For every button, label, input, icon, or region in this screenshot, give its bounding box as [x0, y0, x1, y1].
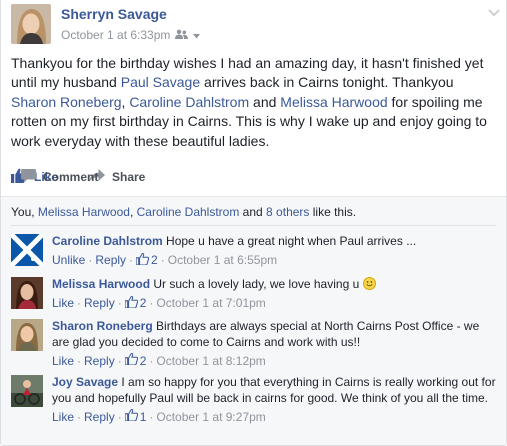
comment-timestamp[interactable]: October 1 at 9:27pm [156, 410, 265, 426]
dot-separator: · [117, 296, 122, 311]
comment-timestamp[interactable]: October 1 at 8:12pm [156, 354, 265, 370]
dot-separator: · [77, 296, 82, 311]
dot-separator: · [77, 409, 82, 424]
thumbs-up-icon[interactable] [124, 409, 138, 426]
comment-timestamp[interactable]: October 1 at 6:55pm [168, 253, 277, 269]
comment-text: Ur such a lovely lady, we love having u [153, 277, 360, 291]
comment-meta: Like · Reply · 1 · October 1 at 9:27pm [52, 409, 499, 426]
likes-others-link[interactable]: 8 others [266, 205, 309, 219]
likes-separator: , [129, 205, 137, 219]
likes-you-text: You [11, 205, 32, 219]
friends-icon[interactable] [175, 28, 189, 42]
comment-text: Hope u have a great night when Paul arri… [166, 234, 417, 248]
post-author-name[interactable]: Sherryn Savage [61, 6, 167, 22]
chevron-down-icon [193, 28, 201, 42]
comment-meta: Unlike · Reply · 2 · October 1 at 6:55pm [52, 252, 499, 270]
commenter-avatar[interactable] [11, 375, 43, 407]
comment-body: Melissa Harwood Ur such a lovely lady, w… [52, 277, 499, 312]
commenter-avatar[interactable] [11, 277, 43, 309]
comment-body: Caroline Dahlstrom Hope u have a great n… [52, 234, 499, 269]
dot-separator: · [149, 296, 154, 311]
post-actions-bar: Like Comment Share [11, 167, 499, 187]
commenter-avatar[interactable] [11, 234, 43, 266]
post-meta: October 1 at 6:33pm [61, 28, 201, 42]
post-text-part: and [249, 93, 281, 110]
unlike-comment-button[interactable]: Unlike [52, 253, 85, 269]
tag-melissa-harwood[interactable]: Melissa Harwood [280, 94, 387, 110]
comment-meta: Like · Reply · 2 · October 1 at 7:01pm [52, 295, 499, 313]
like-comment-button[interactable]: Like [52, 354, 74, 370]
comment-author[interactable]: Caroline Dahlstrom [52, 234, 163, 248]
post-body-text: Thankyou for the birthday wishes I had a… [11, 54, 499, 151]
reply-button[interactable]: Reply [84, 354, 115, 370]
comment-body: Joy Savage I am so happy for you that ev… [52, 375, 499, 426]
comment-bubble-icon [21, 168, 36, 186]
likes-summary: You, Melissa Harwood, Caroline Dahlstrom… [11, 205, 356, 219]
dot-separator: · [88, 253, 93, 268]
dot-separator: · [117, 353, 122, 368]
comment-meta: Like · Reply · 2 · October 1 at 8:12pm [52, 353, 499, 370]
dot-separator: · [129, 253, 134, 268]
post-options-chevron-icon[interactable] [487, 6, 501, 18]
liker-caroline-dahlstrom[interactable]: Caroline Dahlstrom [137, 205, 240, 219]
dot-separator: · [160, 253, 165, 268]
reply-button[interactable]: Reply [84, 296, 115, 312]
likes-suffix-text: like this. [309, 205, 357, 219]
likes-separator: , [31, 205, 38, 219]
dot-separator: · [77, 353, 82, 368]
comment-button[interactable]: Comment [21, 168, 131, 186]
like-comment-button[interactable]: Like [52, 410, 74, 426]
author-avatar[interactable] [11, 4, 51, 44]
like-comment-button[interactable]: Like [52, 296, 74, 312]
post-header: Sherryn Savage October 1 at 6:33pm [11, 4, 501, 48]
comment-text: I am so happy for you that everything in… [52, 375, 496, 405]
comment-like-count[interactable]: 2 [140, 354, 147, 370]
tag-paul-savage[interactable]: Paul Savage [121, 74, 200, 90]
reply-button[interactable]: Reply [95, 253, 126, 269]
thumbs-up-icon[interactable] [135, 252, 150, 270]
comment-button-label: Comment [43, 170, 99, 184]
comment-timestamp[interactable]: October 1 at 7:01pm [156, 296, 265, 312]
commenter-avatar[interactable] [11, 319, 43, 351]
dot-separator: · [117, 409, 122, 424]
comment-author[interactable]: Sharon Roneberg [52, 319, 153, 333]
divider [11, 225, 496, 226]
tag-caroline-dahlstrom[interactable]: Caroline Dahlstrom [129, 94, 249, 110]
post-text-part: arrives back in Cairns tonight. Thankyou [200, 74, 454, 91]
smiley-emoji-icon [362, 277, 376, 290]
thumbs-up-icon[interactable] [124, 295, 138, 313]
comment-body: Sharon Roneberg Birthdays are always spe… [52, 319, 499, 370]
reply-button[interactable]: Reply [84, 410, 115, 426]
comment-author[interactable]: Joy Savage [52, 375, 118, 389]
dot-separator: · [149, 409, 154, 424]
thumbs-up-icon[interactable] [124, 353, 138, 370]
comment-author[interactable]: Melissa Harwood [52, 277, 150, 291]
comment-like-count[interactable]: 2 [140, 296, 147, 312]
facebook-post: Sherryn Savage October 1 at 6:33pm Thank… [0, 0, 507, 446]
comment-like-count[interactable]: 2 [151, 253, 158, 269]
post-timestamp[interactable]: October 1 at 6:33pm [61, 28, 170, 42]
comments-section: You, Melissa Harwood, Caroline Dahlstrom… [1, 197, 506, 445]
likes-and-text: and [239, 205, 267, 219]
comment-like-count[interactable]: 1 [140, 410, 147, 426]
tag-sharon-roneberg[interactable]: Sharon Roneberg [11, 94, 122, 110]
dot-separator: · [149, 353, 154, 368]
liker-melissa-harwood[interactable]: Melissa Harwood [38, 205, 130, 219]
